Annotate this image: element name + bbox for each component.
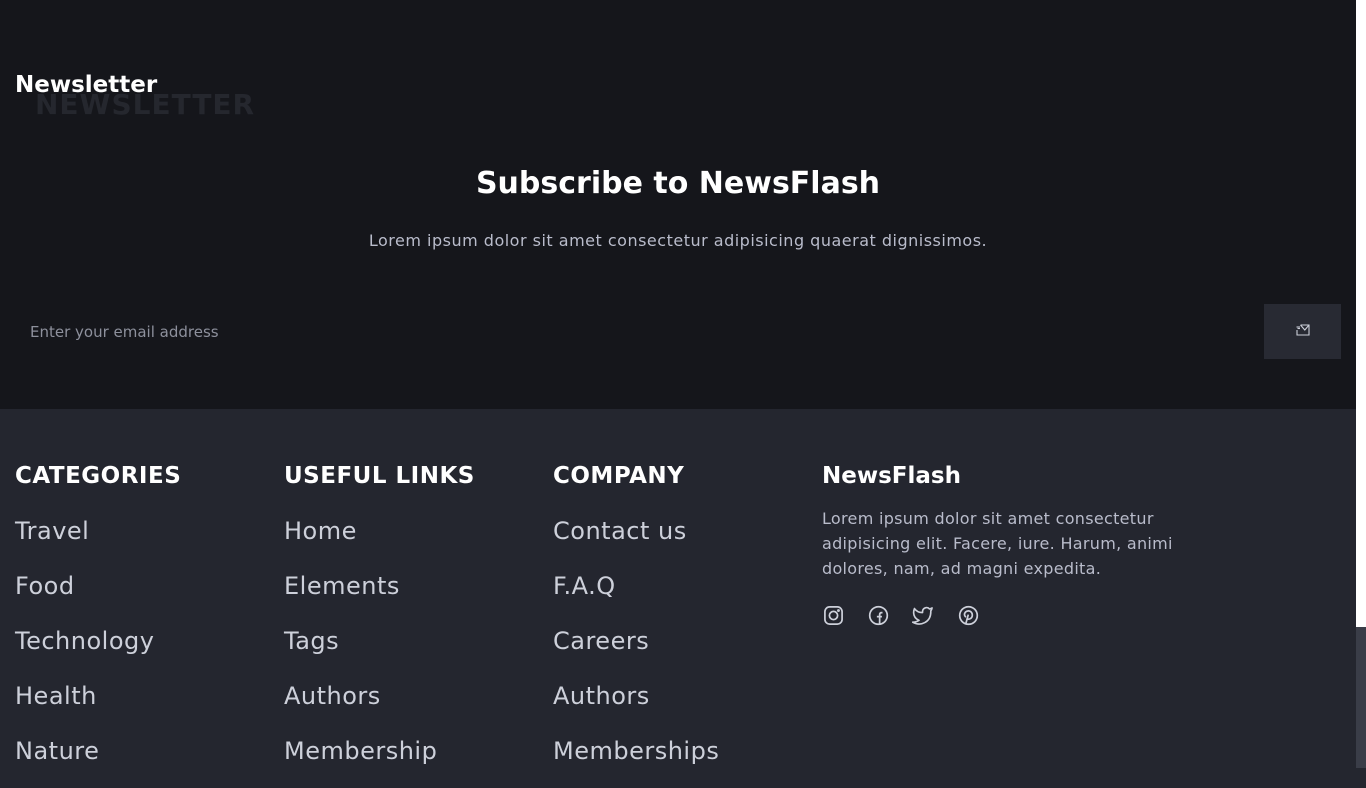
newsletter-title: Subscribe to NewsFlash	[475, 166, 881, 201]
brand-name: NewsFlash	[822, 463, 961, 489]
footer-useful-links: USEFUL LINKS Home Elements Tags Authors …	[284, 458, 475, 788]
twitter-icon[interactable]	[912, 604, 934, 626]
social-links	[822, 604, 1222, 626]
list-item: Technology	[15, 623, 181, 678]
company-link[interactable]: Careers	[553, 627, 649, 655]
list-item: Tags	[284, 623, 475, 678]
list-item: Nature	[15, 733, 181, 788]
footer-categories: CATEGORIES Travel Food Technology Health…	[15, 458, 181, 788]
subscribe-button[interactable]	[1264, 304, 1341, 359]
list-item: Memberships	[553, 733, 719, 788]
newsletter-description: Lorem ipsum dolor sit amet consectetur a…	[368, 231, 988, 250]
company-link[interactable]: F.A.Q	[553, 572, 616, 600]
categories-list: Travel Food Technology Health Nature	[15, 513, 181, 788]
brand-description: Lorem ipsum dolor sit amet consectetur a…	[822, 509, 1173, 578]
company-link[interactable]: Memberships	[553, 737, 719, 765]
list-item: Food	[15, 568, 181, 623]
useful-links-list: Home Elements Tags Authors Membership	[284, 513, 475, 788]
list-item: Elements	[284, 568, 475, 623]
email-input[interactable]	[15, 304, 1264, 359]
category-link[interactable]: Technology	[15, 627, 154, 655]
company-heading: COMPANY	[553, 463, 685, 489]
category-link[interactable]: Health	[15, 682, 97, 710]
list-item: Authors	[553, 678, 719, 733]
category-link[interactable]: Travel	[15, 517, 89, 545]
list-item: Home	[284, 513, 475, 568]
list-item: F.A.Q	[553, 568, 719, 623]
list-item: Authors	[284, 678, 475, 733]
facebook-icon[interactable]	[867, 604, 889, 626]
category-link[interactable]: Food	[15, 572, 75, 600]
company-list: Contact us F.A.Q Careers Authors Members…	[553, 513, 719, 788]
footer-company: COMPANY Contact us F.A.Q Careers Authors…	[553, 458, 719, 788]
useful-link[interactable]: Membership	[284, 737, 437, 765]
category-link[interactable]: Nature	[15, 737, 99, 765]
scrollbar-thumb[interactable]	[1356, 627, 1366, 768]
categories-heading: CATEGORIES	[15, 463, 182, 489]
send-mail-icon	[1295, 324, 1310, 339]
useful-link[interactable]: Home	[284, 517, 357, 545]
newsletter-label: Newsletter	[15, 72, 158, 98]
list-item: Contact us	[553, 513, 719, 568]
footer-brand: NewsFlash Lorem ipsum dolor sit amet con…	[822, 458, 1222, 626]
useful-link[interactable]: Elements	[284, 572, 400, 600]
useful-link[interactable]: Tags	[284, 627, 339, 655]
instagram-icon[interactable]	[822, 604, 844, 626]
company-link[interactable]: Authors	[553, 682, 650, 710]
newsletter-section: NEWSLETTER Newsletter Subscribe to NewsF…	[0, 0, 1356, 409]
useful-links-heading: USEFUL LINKS	[284, 463, 475, 489]
list-item: Careers	[553, 623, 719, 678]
useful-link[interactable]: Authors	[284, 682, 381, 710]
list-item: Health	[15, 678, 181, 733]
list-item: Membership	[284, 733, 475, 788]
company-link[interactable]: Contact us	[553, 517, 687, 545]
list-item: Travel	[15, 513, 181, 568]
pinterest-icon[interactable]	[957, 604, 979, 626]
